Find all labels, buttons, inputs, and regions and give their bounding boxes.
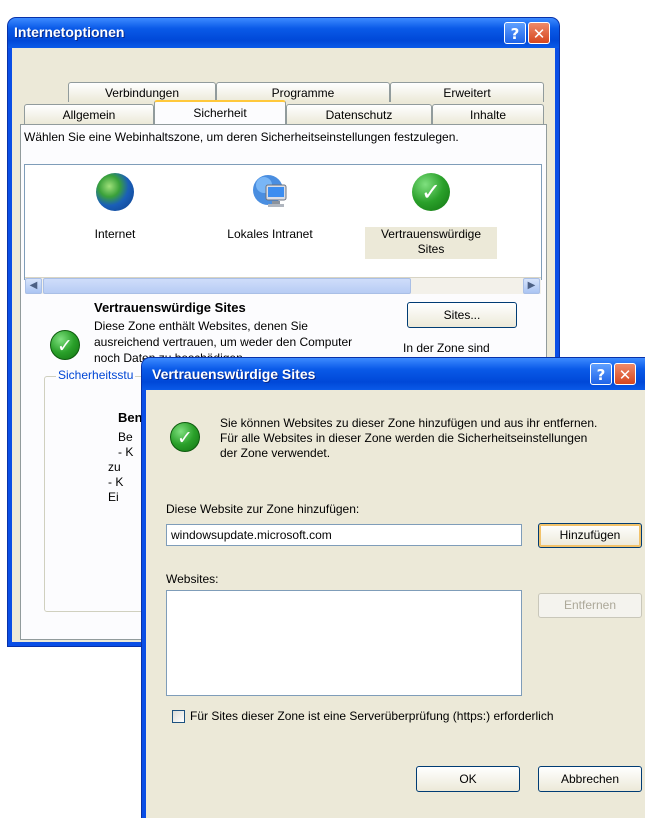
title-bar[interactable]: Vertrauenswürdige Sites ? ✕ (142, 358, 645, 390)
add-site-input[interactable]: windowsupdate.microsoft.com (166, 524, 522, 546)
info-icon-wrap: ✓ (170, 422, 200, 452)
check-icon: ✓ (170, 422, 200, 452)
cancel-button[interactable]: Abbrechen (538, 766, 642, 792)
globe-icon (96, 173, 134, 211)
zone-label-selected: Vertrauenswürdige Sites (365, 227, 497, 259)
tab-sicherheit[interactable]: Sicherheit (154, 100, 286, 124)
scroll-thumb[interactable] (43, 278, 411, 294)
zone-label: Internet (94, 227, 136, 241)
window-title: Internetoptionen (14, 24, 125, 40)
scroll-left-icon[interactable]: ◀ (25, 278, 42, 294)
tab-verbindungen[interactable]: Verbindungen (68, 82, 216, 102)
add-site-label: Diese Website zur Zone hinzufügen: (166, 502, 360, 516)
zone-list[interactable]: Internet Lokales Intranet ✓ Vertrauenswü… (24, 164, 542, 280)
tab-erweitert[interactable]: Erweitert (390, 82, 544, 102)
security-level-details: Be - K zu - K Ei (108, 430, 134, 505)
trusted-sites-dialog: Vertrauenswürdige Sites ? ✕ ✓ Sie können… (142, 358, 645, 818)
title-bar[interactable]: Internetoptionen ? ✕ (8, 18, 559, 48)
zone-title: Vertrauenswürdige Sites (94, 300, 246, 315)
tab-allgemein[interactable]: Allgemein (24, 104, 154, 124)
zone-intranet[interactable]: Lokales Intranet (215, 173, 325, 241)
https-checkbox-label[interactable]: Für Sites dieser Zone ist eine Serverübe… (190, 709, 554, 723)
level-line: zu (108, 460, 121, 474)
tab-inhalte[interactable]: Inhalte (432, 104, 544, 124)
add-site-value: windowsupdate.microsoft.com (171, 528, 332, 542)
close-button[interactable]: ✕ (528, 22, 550, 44)
level-line: Be (118, 430, 133, 444)
zone-check-icon: ✓ (50, 330, 80, 360)
zone-label: Lokales Intranet (227, 227, 313, 241)
add-button[interactable]: Hinzufügen (538, 523, 642, 548)
tab-programme[interactable]: Programme (216, 82, 390, 102)
help-button[interactable]: ? (590, 363, 612, 385)
websites-label: Websites: (166, 572, 219, 586)
level-line: Ei (108, 490, 119, 504)
security-level-label: Sicherheitsstu (56, 368, 136, 382)
dialog-title: Vertrauenswürdige Sites (152, 366, 316, 382)
scroll-right-icon[interactable]: ▶ (523, 278, 540, 294)
sites-button[interactable]: Sites... (407, 302, 517, 328)
network-computer-icon (253, 175, 287, 207)
check-icon: ✓ (50, 330, 80, 360)
zone-trusted-sites[interactable]: ✓ Vertrauenswürdige Sites (365, 173, 497, 279)
remove-button[interactable]: Entfernen (538, 593, 642, 618)
tab-datenschutz[interactable]: Datenschutz (286, 104, 432, 124)
info-text: Sie können Websites zu dieser Zone hinzu… (220, 416, 598, 460)
check-icon: ✓ (412, 173, 450, 211)
dialog-body: ✓ Sie können Websites zu dieser Zone hin… (146, 390, 645, 818)
close-button[interactable]: ✕ (614, 363, 636, 385)
help-button[interactable]: ? (504, 22, 526, 44)
https-checkbox[interactable] (172, 710, 185, 723)
level-line: - K (108, 475, 124, 489)
level-line: - K (118, 445, 134, 459)
zone-scrollbar[interactable]: ◀ ▶ (25, 277, 541, 294)
zone-internet[interactable]: Internet (75, 173, 155, 241)
zone-instruction: Wählen Sie eine Webinhaltszone, um deren… (24, 130, 459, 144)
ok-button[interactable]: OK (416, 766, 520, 792)
websites-list[interactable] (166, 590, 522, 696)
